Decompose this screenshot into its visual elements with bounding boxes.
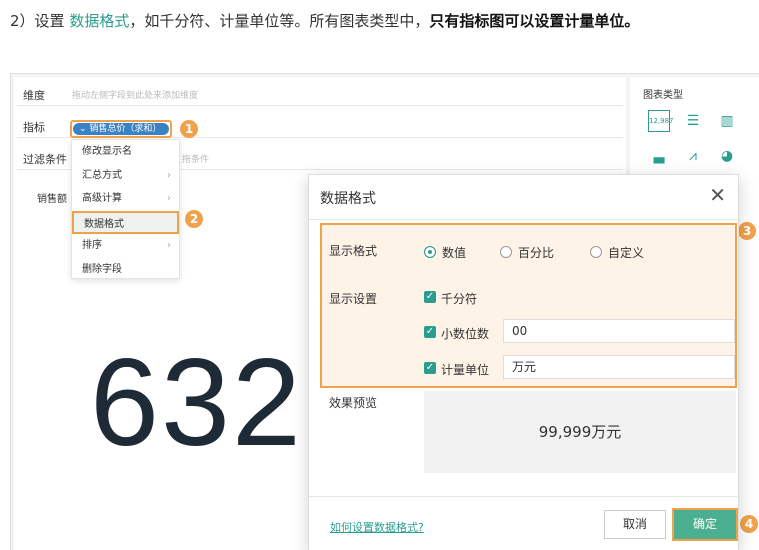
radio-number[interactable]: 数值 [424,244,466,261]
data-format-term: 数据格式 [69,12,130,30]
data-format-dialog: 数据格式 ✕ 显示格式 数值 百分比 自定义 显示设置 千分符 小数位数 00 … [308,174,740,550]
kpi-big-number: 632 [90,334,303,472]
decimals-input[interactable]: 00 [503,319,735,343]
dimension-row[interactable]: 维度 拖动左侧字段到此处来添加维度 [17,80,623,106]
preview-value: 99,999万元 [538,423,622,441]
confirm-button[interactable]: 确定 [672,508,738,541]
radio-percent[interactable]: 百分比 [500,244,554,261]
help-link[interactable]: 如何设置数据格式? [330,519,424,535]
decimals-checkbox[interactable]: 小数位数 [424,325,489,342]
step-badge-4: 4 [740,515,758,533]
menu-item-rename[interactable]: 修改显示名 [72,140,179,164]
menu-item-delete-field[interactable]: 删除字段 [72,258,179,282]
menu-item-data-format[interactable]: 数据格式 [72,210,179,234]
step-badge-3: 3 [738,222,756,240]
step-badge-2: 2 [185,210,203,228]
line-chart-icon[interactable]: ⩘ [682,145,704,167]
menu-item-sort[interactable]: 排序 › [72,234,179,258]
kpi-chart-icon[interactable]: 12,987 [648,110,674,132]
filter-label: 过滤条件 [23,153,67,166]
unit-input[interactable]: 万元 [503,355,735,379]
intro-text-1: 2）设置 [10,12,70,30]
chevron-down-icon: ⌄ [79,124,90,134]
unit-checkbox[interactable]: 计量单位 [424,361,489,378]
chart-field-label: 销售额 [37,194,67,205]
step-badge-1: 1 [180,120,198,138]
close-icon[interactable]: ✕ [709,183,726,207]
table-chart-icon[interactable]: ☰ [682,110,704,132]
intro-text-2: ，如千分符、计量单位等。所有图表类型中， [129,12,430,30]
bar-chart-icon[interactable]: ▥ [716,110,738,132]
cancel-button[interactable]: 取消 [604,510,666,539]
menu-item-advanced-calc[interactable]: 高级计算 › [72,187,179,211]
dialog-title: 数据格式 [320,191,376,207]
format-preview-box: 99,999万元 [424,391,736,473]
display-format-label: 显示格式 [329,244,378,258]
dimension-dropzone-hint: 拖动左侧字段到此处来添加维度 [72,91,199,101]
menu-item-aggregation[interactable]: 汇总方式 › [72,164,179,188]
dimension-label: 维度 [23,89,45,102]
metric-field-label: 销售总价（求和） [89,124,162,134]
intro-bold-note: 只有指标图可以设置计量单位。 [429,12,640,30]
pie-chart-icon[interactable]: ◕ [716,145,738,167]
thousands-separator-checkbox[interactable]: 千分符 [424,290,477,307]
display-settings-label: 显示设置 [329,292,378,306]
chart-types-title: 图表类型 [643,90,683,101]
metric-label: 指标 [23,121,45,134]
chevron-right-icon: › [167,240,171,251]
radio-custom[interactable]: 自定义 [590,244,644,261]
metric-field-pill[interactable]: ⌄ 销售总价（求和） [70,120,172,138]
area-chart-icon[interactable]: ▃ [648,145,670,167]
instruction-text: 2）设置 数据格式，如千分符、计量单位等。所有图表类型中，只有指标图可以设置计量… [10,8,750,34]
chevron-right-icon: › [167,193,171,204]
field-context-menu: 修改显示名 汇总方式 › 高级计算 › 数据格式 排序 › 删除字段 [71,139,180,279]
preview-label: 效果预览 [329,396,378,410]
filter-hint: 拖条件 [182,155,210,165]
editor-screenshot: 维度 拖动左侧字段到此处来添加维度 指标 过滤条件 拖条件 ⌄ 销售总价（求和）… [10,73,759,550]
chevron-right-icon: › [167,169,171,181]
